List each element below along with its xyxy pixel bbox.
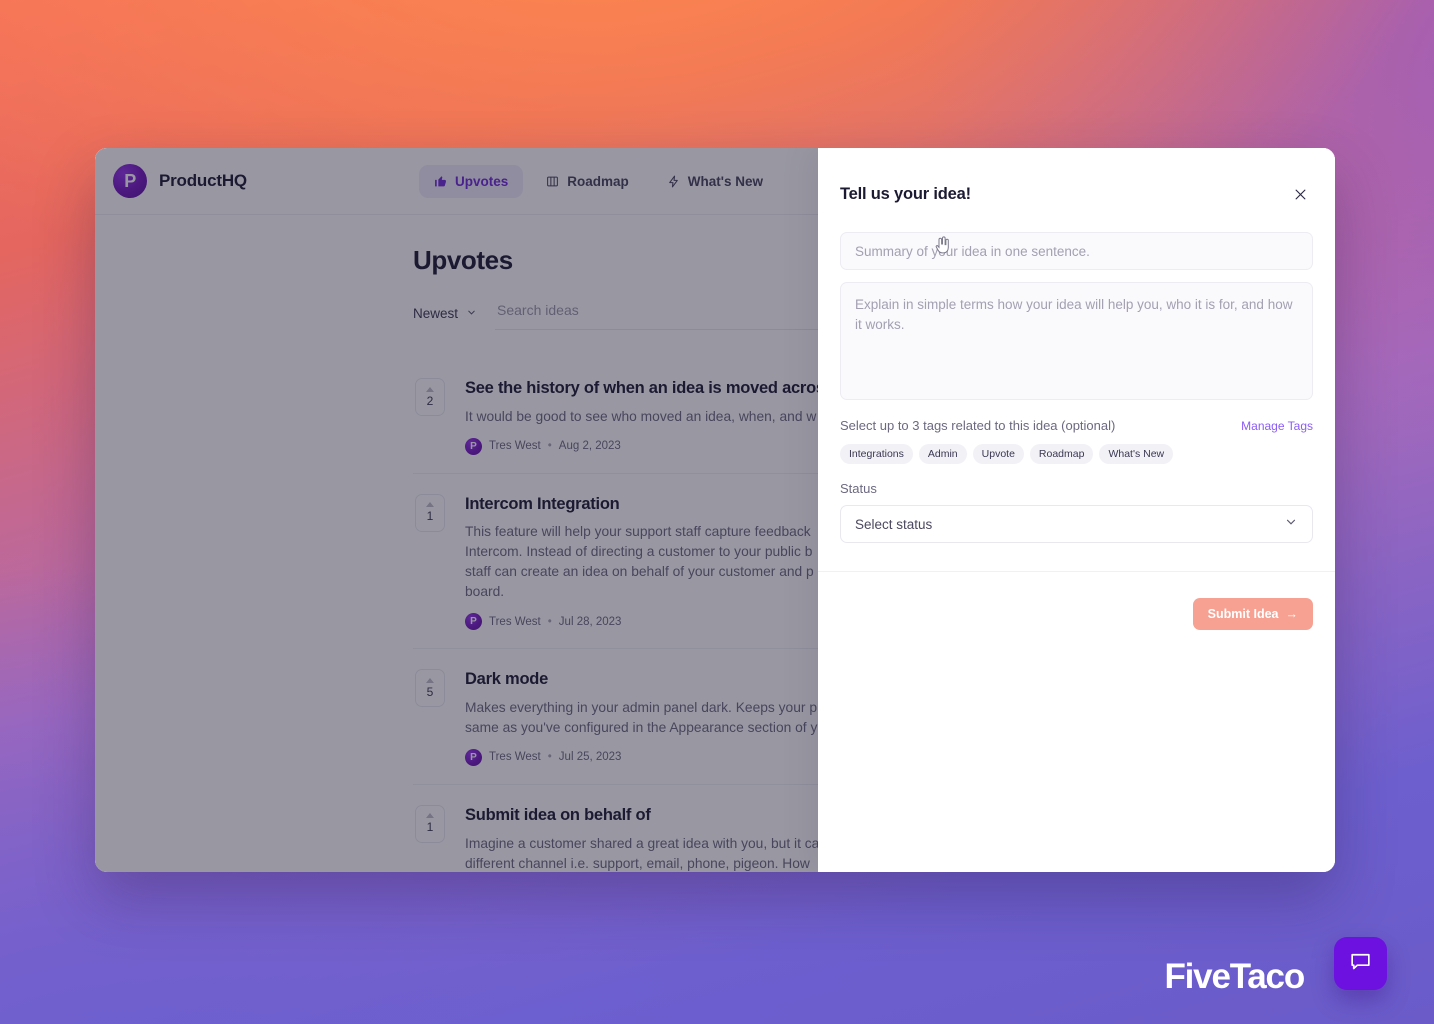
- chat-widget-button[interactable]: [1334, 937, 1387, 990]
- tag-pill-integrations[interactable]: Integrations: [840, 444, 913, 464]
- idea-author: Tres West: [489, 615, 541, 628]
- tag-pill-upvote[interactable]: Upvote: [972, 444, 1024, 464]
- lightning-bolt-icon: [667, 175, 680, 188]
- tab-roadmap[interactable]: Roadmap: [531, 165, 644, 198]
- sort-dropdown[interactable]: Newest: [413, 306, 477, 321]
- tab-whats-new[interactable]: What's New: [652, 165, 778, 198]
- idea-detail-input[interactable]: [855, 295, 1298, 387]
- status-select-value: Select status: [855, 516, 933, 532]
- idea-summary-field[interactable]: [840, 232, 1313, 270]
- upvote-button[interactable]: 1: [415, 804, 445, 843]
- caret-up-icon: [426, 502, 434, 508]
- caret-up-icon: [426, 386, 434, 392]
- tag-pill-whats-new[interactable]: What's New: [1099, 444, 1174, 464]
- thumbs-up-icon: [434, 175, 447, 188]
- idea-summary-input[interactable]: [855, 243, 1298, 259]
- chat-bubble-icon: [1348, 949, 1373, 979]
- tags-hint-label: Select up to 3 tags related to this idea…: [840, 418, 1116, 433]
- vote-count: 1: [426, 820, 434, 835]
- avatar: P: [465, 437, 482, 455]
- tab-upvotes-label: Upvotes: [455, 173, 509, 189]
- caret-up-icon: [426, 677, 434, 683]
- brand-logo-icon: P: [113, 164, 147, 198]
- idea-date: Aug 2, 2023: [558, 440, 621, 453]
- idea-date: Jul 25, 2023: [558, 751, 622, 764]
- nav-tabs: Upvotes Roadmap What's New: [419, 164, 778, 198]
- app-window: P ProductHQ Upvotes Roadmap What's New U…: [95, 148, 1335, 872]
- watermark-logo: FiveTaco: [1164, 957, 1305, 996]
- submit-idea-button[interactable]: Submit Idea →: [1192, 598, 1313, 630]
- sort-dropdown-value: Newest: [413, 305, 459, 321]
- columns-icon: [546, 175, 559, 188]
- brand-name: ProductHQ: [159, 171, 247, 190]
- tag-pill-admin[interactable]: Admin: [918, 444, 967, 464]
- idea-author: Tres West: [489, 440, 541, 453]
- avatar: P: [465, 748, 482, 766]
- chevron-down-icon: [466, 306, 477, 321]
- modal-body: Select up to 3 tags related to this idea…: [818, 207, 1335, 543]
- upvote-button[interactable]: 2: [415, 378, 445, 416]
- vote-count: 5: [426, 684, 434, 699]
- avatar: P: [465, 613, 482, 631]
- status-select[interactable]: Select status: [840, 505, 1313, 543]
- idea-date: Jul 28, 2023: [558, 615, 622, 628]
- tag-pill-list: Integrations Admin Upvote Roadmap What's…: [840, 444, 1313, 464]
- brand[interactable]: P ProductHQ: [113, 164, 247, 198]
- meta-separator: •: [547, 615, 552, 628]
- tab-whats-new-label: What's New: [687, 173, 764, 189]
- meta-separator: •: [547, 751, 552, 764]
- screenshot-canvas: P ProductHQ Upvotes Roadmap What's New U…: [0, 0, 1434, 1024]
- modal-title: Tell us your idea!: [840, 184, 971, 203]
- upvote-button[interactable]: 1: [415, 493, 445, 532]
- tab-upvotes[interactable]: Upvotes: [419, 164, 524, 198]
- submit-idea-label: Submit Idea: [1207, 607, 1279, 621]
- status-label: Status: [840, 481, 877, 496]
- close-icon[interactable]: [1287, 181, 1313, 207]
- tab-roadmap-label: Roadmap: [567, 173, 629, 189]
- chevron-down-icon: [1284, 515, 1298, 534]
- idea-detail-field[interactable]: [840, 282, 1313, 400]
- vote-count: 2: [426, 393, 434, 408]
- submit-idea-modal: Tell us your idea! Select up to 3 tags r…: [818, 148, 1335, 872]
- caret-up-icon: [426, 813, 434, 819]
- modal-footer: Submit Idea →: [818, 571, 1335, 630]
- modal-header: Tell us your idea!: [818, 148, 1335, 207]
- tag-pill-roadmap[interactable]: Roadmap: [1029, 444, 1094, 464]
- upvote-button[interactable]: 5: [415, 669, 445, 708]
- arrow-right-icon: →: [1285, 607, 1299, 621]
- manage-tags-link[interactable]: Manage Tags: [1241, 419, 1313, 433]
- vote-count: 1: [426, 509, 434, 524]
- tags-row: Select up to 3 tags related to this idea…: [840, 418, 1313, 433]
- meta-separator: •: [547, 440, 552, 453]
- idea-author: Tres West: [489, 751, 541, 764]
